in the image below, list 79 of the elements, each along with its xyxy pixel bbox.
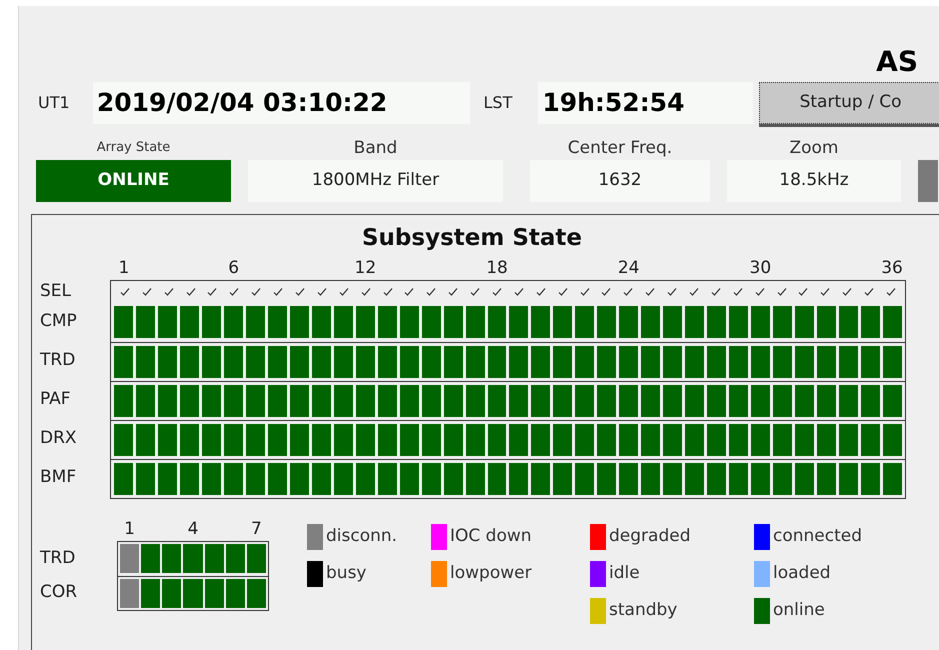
check-icon[interactable] <box>382 286 393 296</box>
column-number: 36 <box>881 256 903 280</box>
check-icon[interactable] <box>338 286 349 296</box>
legend-label: disconn. <box>326 525 398 548</box>
lst-label: LST <box>484 92 514 114</box>
check-icon[interactable] <box>142 286 152 296</box>
check-icon[interactable] <box>295 286 306 296</box>
value-field: 1800MHz Filter <box>248 160 503 202</box>
check-icon[interactable] <box>360 286 371 296</box>
check-icon[interactable] <box>645 286 656 296</box>
value-field: 1632 <box>530 160 710 202</box>
value-field: 18.5kHz <box>727 160 901 202</box>
ut1-time-field: 2019/02/04 03:10:22 <box>92 82 470 124</box>
check-icon[interactable] <box>580 286 590 296</box>
check-icon[interactable] <box>186 286 196 296</box>
check-icon[interactable] <box>820 286 830 296</box>
row-label: COR <box>40 580 78 604</box>
check-icon[interactable] <box>623 286 634 296</box>
check-icon[interactable] <box>710 286 721 296</box>
legend-label: standby <box>609 599 678 622</box>
legend-label: lowpower <box>450 562 532 586</box>
column-number: 24 <box>618 256 640 280</box>
column-number: 18 <box>486 256 508 280</box>
legend-label: connected <box>773 525 862 548</box>
column-number: 1 <box>118 256 130 280</box>
panel-title: Subsystem State <box>362 224 582 253</box>
column-number: 12 <box>354 256 376 280</box>
check-icon[interactable] <box>536 286 546 296</box>
legend-label: degraded <box>609 525 690 548</box>
legend-label: busy <box>326 562 366 586</box>
field-label: Band <box>354 137 398 160</box>
check-icon[interactable] <box>558 286 568 296</box>
column-number: 6 <box>228 256 240 280</box>
row-label: CMP <box>40 310 78 332</box>
legend-label: loaded <box>773 562 831 586</box>
check-icon[interactable] <box>120 286 130 296</box>
row-label: TRD <box>40 348 76 372</box>
lst-time-field: 19h:52:54 <box>538 82 753 124</box>
check-icon[interactable] <box>732 286 743 296</box>
legend-label: idle <box>609 562 640 586</box>
check-icon[interactable] <box>886 286 896 296</box>
check-icon[interactable] <box>864 286 874 296</box>
check-icon[interactable] <box>754 286 765 296</box>
row-label: TRD <box>40 546 76 570</box>
check-icon[interactable] <box>842 286 852 296</box>
check-icon[interactable] <box>229 286 240 296</box>
check-icon[interactable] <box>207 286 218 296</box>
legend-label: online <box>773 599 825 622</box>
check-icon[interactable] <box>514 286 524 296</box>
legend-label: IOC down <box>450 525 532 548</box>
field-label: Center Freq. <box>568 137 672 160</box>
field-label: Array State <box>96 139 170 157</box>
column-number: 7 <box>251 518 262 540</box>
check-icon[interactable] <box>448 286 458 296</box>
ut1-label: UT1 <box>38 92 71 114</box>
row-label: SEL <box>40 280 72 302</box>
check-icon[interactable] <box>251 286 262 296</box>
check-icon[interactable] <box>470 286 480 296</box>
field-label: Zoom <box>789 137 838 160</box>
check-icon[interactable] <box>164 286 174 296</box>
check-icon[interactable] <box>404 286 414 296</box>
check-icon[interactable] <box>776 286 787 296</box>
check-icon[interactable] <box>316 286 327 296</box>
check-icon[interactable] <box>273 286 284 296</box>
check-icon[interactable] <box>601 286 612 296</box>
check-icon[interactable] <box>689 286 700 296</box>
check-icon[interactable] <box>798 286 808 296</box>
column-number: 4 <box>188 518 198 540</box>
row-label: BMF <box>40 466 78 488</box>
startup-button[interactable]: Startup / Co <box>758 82 939 124</box>
row-label: DRX <box>40 426 78 450</box>
row-label: PAF <box>40 388 72 410</box>
app-title: AS <box>876 48 918 76</box>
check-icon[interactable] <box>426 286 436 296</box>
column-number: 1 <box>124 518 135 540</box>
check-icon[interactable] <box>667 286 678 296</box>
check-icon[interactable] <box>492 286 502 296</box>
array-state-indicator: ONLINE <box>36 160 231 202</box>
column-number: 30 <box>750 256 772 280</box>
